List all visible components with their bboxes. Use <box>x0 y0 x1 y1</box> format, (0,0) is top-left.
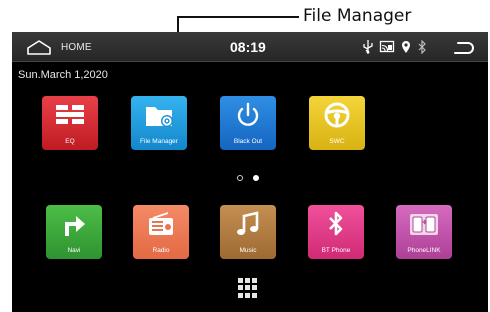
app-label: EQ <box>65 138 75 145</box>
app-file-manager[interactable]: File Manager <box>131 96 187 150</box>
page: File Manager HOME 08:19 Sun.March 1,2020… <box>0 0 490 312</box>
app-eq[interactable]: EQ <box>42 96 98 150</box>
back-button[interactable] <box>452 40 474 56</box>
usb-icon <box>363 39 373 59</box>
app-label: Navi <box>67 247 81 254</box>
home-icon <box>27 40 51 55</box>
head-unit-screen: HOME 08:19 Sun.March 1,2020 EQ File Mana… <box>12 32 488 312</box>
app-label: Music <box>239 247 257 254</box>
turn-arrow-icon <box>46 210 102 238</box>
power-icon <box>220 101 276 129</box>
page-dot-2[interactable] <box>253 175 259 181</box>
app-label: Radio <box>152 247 170 254</box>
bluetooth-phone-icon <box>308 210 364 238</box>
phone-link-icon <box>396 210 452 238</box>
app-radio[interactable]: Radio <box>133 205 189 259</box>
home-button[interactable]: HOME <box>26 38 92 56</box>
music-note-icon <box>220 210 276 238</box>
app-bt-phone[interactable]: BT Phone <box>308 205 364 259</box>
clock: 08:19 <box>230 39 266 55</box>
bluetooth-icon <box>417 39 427 59</box>
folder-gear-icon <box>131 101 187 129</box>
app-label: PhoneLINK <box>407 247 441 254</box>
page-dot-1[interactable] <box>237 175 243 181</box>
app-label: File Manager <box>140 138 178 145</box>
app-label: SWC <box>329 138 345 145</box>
app-swc[interactable]: SWC <box>309 96 365 150</box>
app-black-out[interactable]: Black Out <box>220 96 276 150</box>
app-phonelink[interactable]: PhoneLINK <box>396 205 452 259</box>
screen-mirror-icon <box>379 40 395 59</box>
back-arrow-icon <box>454 42 474 54</box>
radio-icon <box>133 210 189 238</box>
app-label: BT Phone <box>321 247 351 254</box>
page-indicator <box>237 175 259 181</box>
app-label: Black Out <box>233 138 263 145</box>
steering-wheel-icon <box>309 101 365 129</box>
callout-label: File Manager <box>303 6 412 26</box>
app-navi[interactable]: Navi <box>46 205 102 259</box>
callout-line-horizontal <box>177 16 299 18</box>
status-bar: HOME 08:19 <box>12 32 488 62</box>
app-music[interactable]: Music <box>220 205 276 259</box>
date-label: Sun.March 1,2020 <box>18 69 108 81</box>
equalizer-icon <box>42 101 98 129</box>
app-grid-icon[interactable] <box>238 278 258 298</box>
location-icon <box>401 40 411 59</box>
status-icons <box>363 39 427 59</box>
home-label: HOME <box>61 41 92 53</box>
